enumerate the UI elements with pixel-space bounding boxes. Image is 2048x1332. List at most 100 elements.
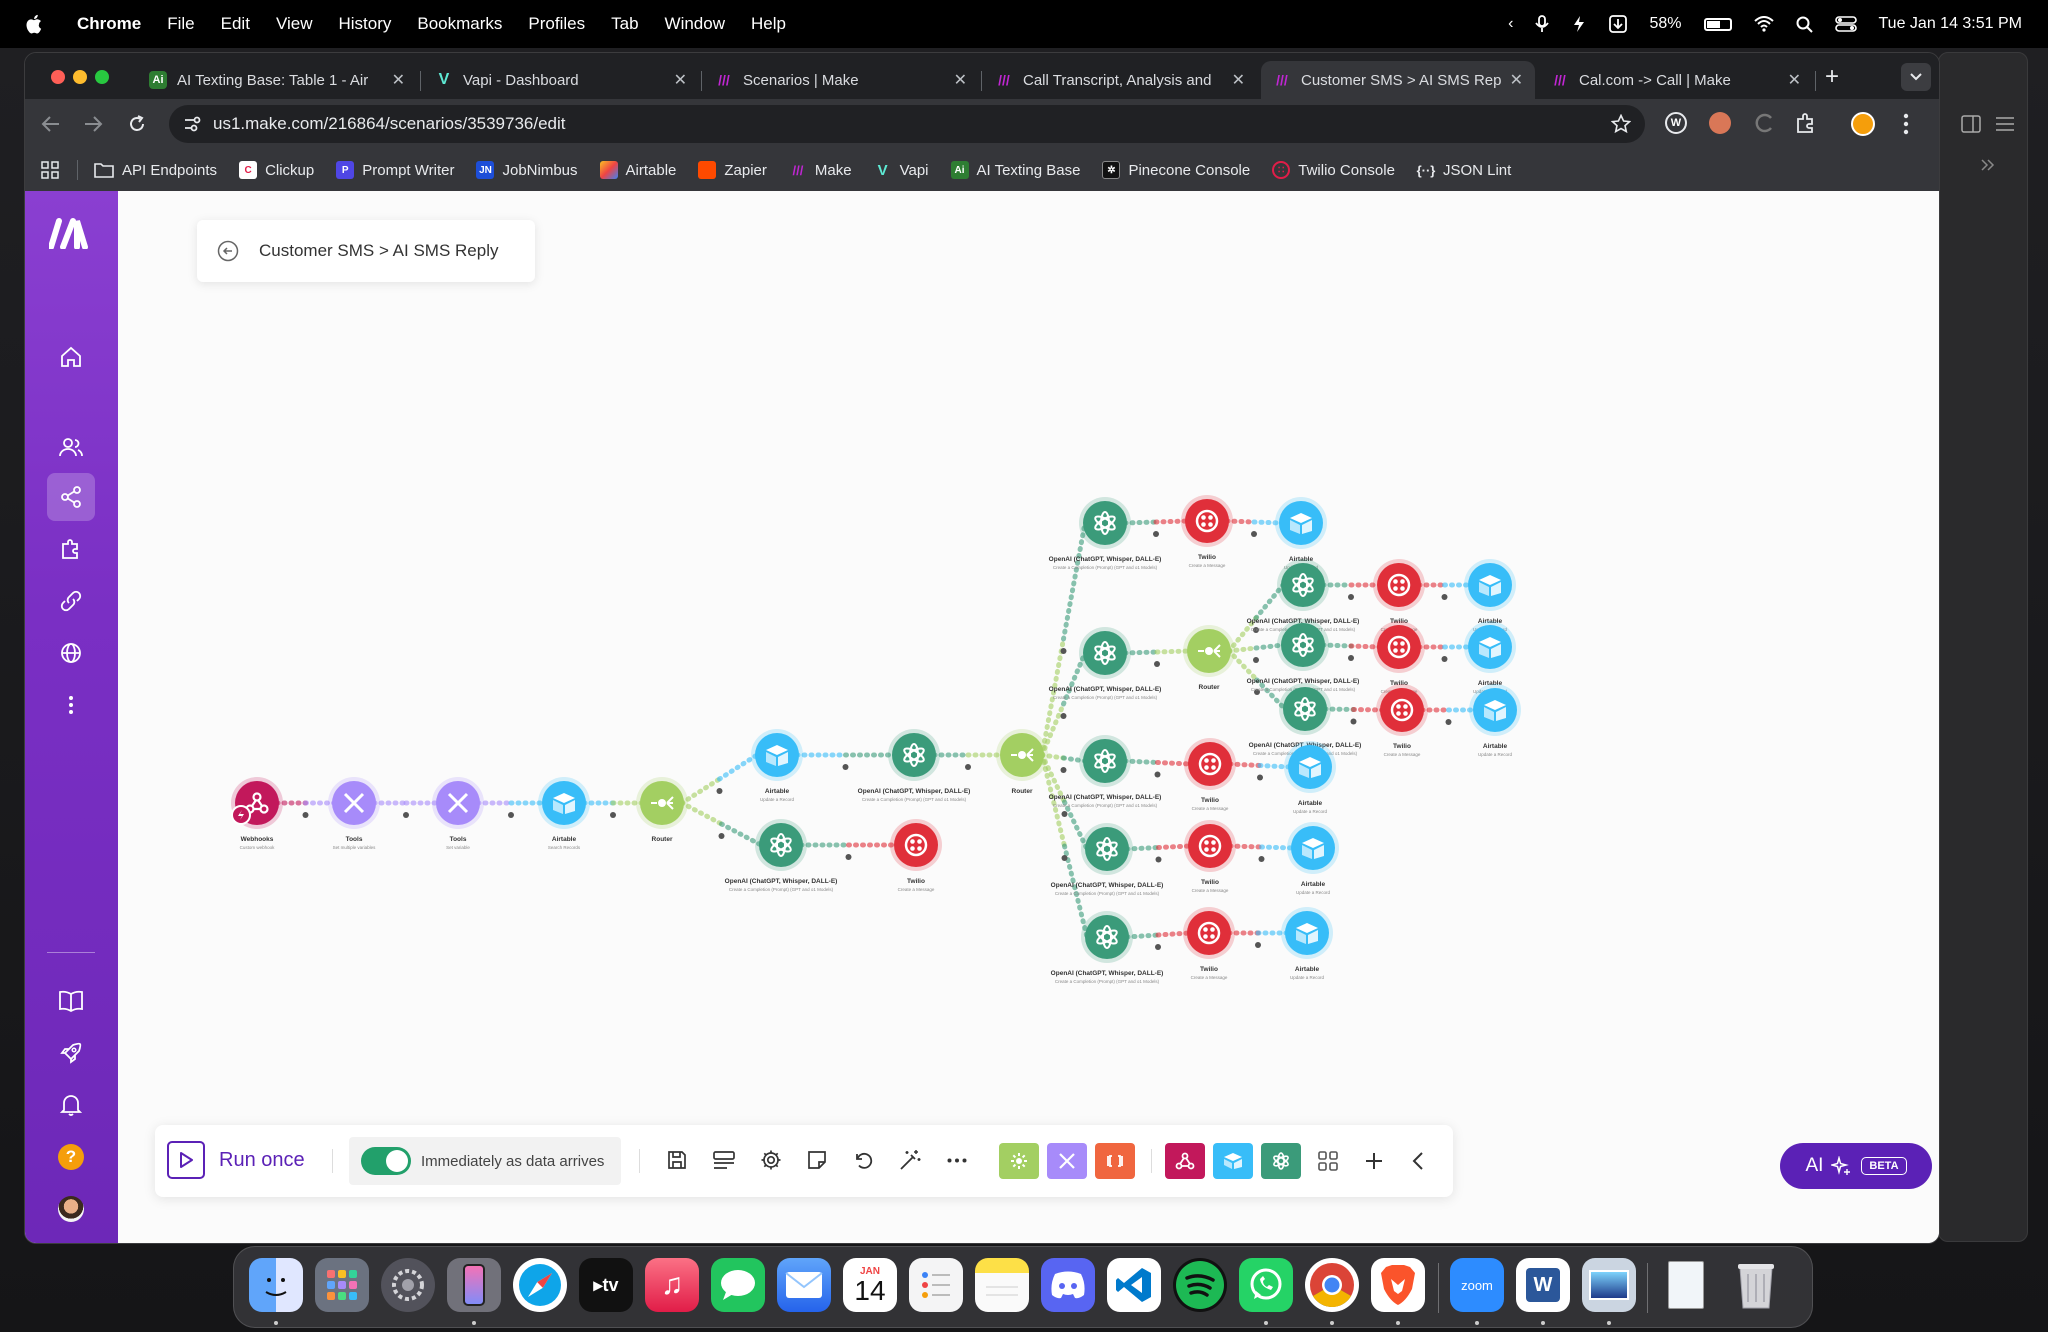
menu-lines-icon[interactable] [1995, 117, 2015, 131]
filter-marker[interactable] [1061, 811, 1068, 817]
menu-file[interactable]: File [167, 14, 194, 34]
filter-marker[interactable] [1154, 661, 1160, 667]
all-apps-grid-icon[interactable] [1318, 1151, 1338, 1171]
dock-spotify[interactable] [1173, 1258, 1227, 1312]
dock-calendar[interactable]: JAN 14 [843, 1258, 897, 1312]
filter-marker[interactable] [1257, 774, 1263, 781]
sidebar-organization[interactable] [47, 423, 95, 471]
module-twilio2[interactable]: Twilio Create a Message [1181, 495, 1233, 568]
dock-iphone-mirroring[interactable] [447, 1258, 501, 1312]
filter-marker[interactable] [1258, 856, 1265, 862]
sidebar-webhooks[interactable] [47, 629, 95, 677]
menu-tab[interactable]: Tab [611, 14, 638, 34]
make-logo[interactable] [48, 217, 93, 254]
back-arrow-icon[interactable] [41, 114, 61, 134]
dock-music[interactable]: ♫ [645, 1258, 699, 1312]
dock-launchpad[interactable] [315, 1258, 369, 1312]
menu-bookmarks[interactable]: Bookmarks [417, 14, 502, 34]
module-tools2[interactable]: Tools Set variable [432, 777, 484, 850]
download-icon[interactable] [1609, 15, 1628, 33]
module-router2[interactable]: Router [996, 729, 1048, 795]
menu-window[interactable]: Window [665, 14, 725, 34]
flow-connection[interactable] [719, 821, 764, 848]
module-twilio6[interactable]: Twilio Create a Message [1184, 738, 1236, 811]
dock-preview[interactable] [1582, 1258, 1636, 1312]
module-airtable1[interactable]: Airtable Search Records [538, 777, 590, 850]
filter-marker[interactable] [1253, 657, 1259, 663]
undo-icon[interactable] [853, 1150, 873, 1170]
menu-view[interactable]: View [276, 14, 313, 34]
filter-marker[interactable] [1060, 767, 1067, 773]
ai-assistant-button[interactable]: AI BETA [1780, 1143, 1932, 1189]
filter-marker[interactable] [610, 812, 616, 818]
module-airtable6[interactable]: Airtable Update a Record [1469, 684, 1521, 757]
bookmark-twilio-console[interactable]: ∷ Twilio Console [1272, 161, 1395, 179]
filter-marker[interactable] [1154, 771, 1161, 778]
apps-grid-icon[interactable] [41, 161, 59, 179]
tab-vapi-dashboard[interactable]: V Vapi - Dashboard ✕ [423, 61, 699, 99]
kebab-menu-icon[interactable] [1903, 113, 1909, 135]
menu-edit[interactable]: Edit [221, 14, 250, 34]
bookmark-pinecone-console[interactable]: ✲ Pinecone Console [1102, 161, 1250, 179]
dock-reminders[interactable] [909, 1258, 963, 1312]
clock[interactable]: Tue Jan 14 3:51 PM [1879, 15, 2023, 33]
favorite-airtable-button[interactable] [1213, 1143, 1253, 1179]
module-twilio1[interactable]: Twilio Create a Message [890, 819, 942, 892]
dock-messages[interactable] [711, 1258, 765, 1312]
sidebar-connections[interactable] [47, 577, 95, 625]
filter-marker[interactable] [1441, 656, 1448, 662]
extension-avatar-icon[interactable] [1709, 112, 1731, 134]
apple-menu-icon[interactable] [24, 13, 46, 35]
run-once-button[interactable]: Run once [167, 1141, 305, 1179]
tools-button[interactable] [1047, 1143, 1087, 1179]
scenario-canvas[interactable]: Customer SMS > AI SMS Reply Webhooks Cust… [118, 191, 1939, 1243]
menu-profiles[interactable]: Profiles [528, 14, 585, 34]
bookmark-api-endpoints[interactable]: API Endpoints [94, 162, 217, 179]
bookmark-make[interactable]: /// Make [789, 161, 851, 179]
module-airtable5[interactable]: AirtableUpdate a Record [1464, 621, 1516, 694]
chevron-left-icon[interactable]: ‹ [1508, 15, 1513, 33]
notes-icon[interactable] [807, 1150, 827, 1170]
sidebar-profile[interactable] [47, 1185, 95, 1233]
filter-marker[interactable] [1348, 594, 1354, 600]
filter-marker[interactable] [302, 812, 309, 818]
module-airtable8[interactable]: Airtable Update a Record [1287, 822, 1339, 895]
settings-gear-icon[interactable] [760, 1149, 782, 1171]
microphone-icon[interactable] [1535, 15, 1550, 33]
tab-customer-sms[interactable]: /// Customer SMS > AI SMS Rep ✕ [1261, 61, 1535, 99]
close-window-button[interactable] [51, 70, 65, 84]
bookmark-json-lint[interactable]: {··} JSON Lint [1417, 161, 1512, 179]
sidebar-help[interactable]: ? [47, 1133, 95, 1181]
bookmark-star-icon[interactable] [1611, 114, 1631, 134]
filter-marker[interactable] [1350, 718, 1357, 725]
extensions-puzzle-icon[interactable] [1795, 112, 1817, 134]
module-openai1[interactable]: OpenAI (ChatGPT, Whisper, DALL-E) Create … [858, 729, 971, 802]
maximize-window-button[interactable] [95, 70, 109, 84]
filter-marker[interactable] [1445, 719, 1452, 725]
menu-app-name[interactable]: Chrome [77, 14, 141, 34]
sidebar-toggle-icon[interactable] [1961, 115, 1981, 133]
dock-whatsapp[interactable] [1239, 1258, 1293, 1312]
filter-marker[interactable] [1060, 648, 1067, 654]
module-twilio5[interactable]: Twilio Create a Message [1376, 684, 1428, 757]
bolt-icon[interactable] [1571, 15, 1587, 33]
flow-connection[interactable] [679, 800, 724, 827]
sidebar-home[interactable] [47, 333, 95, 381]
filter-marker[interactable] [845, 854, 852, 860]
close-icon[interactable]: ✕ [954, 70, 967, 90]
tab-ai-texting-base[interactable]: Ai AI Texting Base: Table 1 - Air ✕ [137, 61, 417, 99]
dock-chrome[interactable] [1305, 1258, 1359, 1312]
module-openai10[interactable]: OpenAI (ChatGPT, Whisper, DALL-E) Create … [1051, 911, 1164, 984]
dock-safari[interactable] [513, 1258, 567, 1312]
sidebar-notifications[interactable] [47, 1081, 95, 1129]
filter-marker[interactable] [718, 833, 725, 839]
favorite-webhooks-button[interactable] [1165, 1143, 1205, 1179]
sidebar-whats-new[interactable] [47, 1029, 95, 1077]
dock-discord[interactable] [1041, 1258, 1095, 1312]
filter-marker[interactable] [1153, 531, 1159, 537]
new-tab-button[interactable]: + [1825, 63, 1839, 91]
filter-marker[interactable] [1155, 856, 1162, 863]
module-airtable2[interactable]: Airtable Update a Record [751, 729, 803, 802]
address-bar[interactable]: us1.make.com/216864/scenarios/3539736/ed… [169, 105, 1645, 143]
add-module-icon[interactable] [1364, 1151, 1384, 1171]
